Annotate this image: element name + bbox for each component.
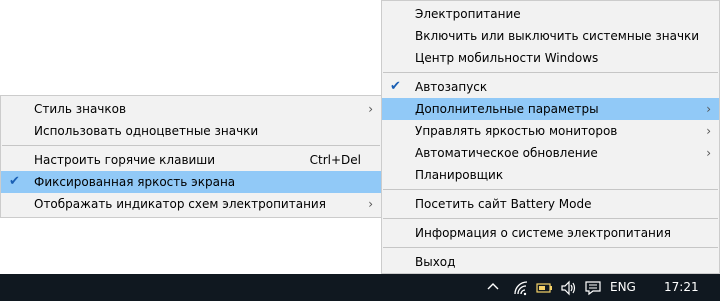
chevron-right-icon: › xyxy=(368,102,373,116)
notification-icon[interactable] xyxy=(584,274,602,301)
submenu-item-monochrome-icons[interactable]: Использовать одноцветные значки xyxy=(1,120,381,142)
menu-item-visit-site[interactable]: Посетить сайт Battery Mode xyxy=(382,193,719,215)
submenu-item-icon-style[interactable]: Стиль значков › xyxy=(1,98,381,120)
check-icon: ✔ xyxy=(390,79,401,94)
main-context-menu: Электропитание Включить или выключить си… xyxy=(381,0,720,274)
advanced-settings-submenu: Стиль значков › Использовать одноцветные… xyxy=(0,95,382,218)
taskbar: ENG 17:21 xyxy=(0,274,720,301)
clock[interactable]: 17:21 xyxy=(664,274,699,301)
menu-separator xyxy=(2,145,380,146)
menu-item-power-options[interactable]: Электропитание xyxy=(382,3,719,25)
language-indicator[interactable]: ENG xyxy=(610,274,636,301)
menu-item-mobility-center[interactable]: Центр мобильности Windows xyxy=(382,47,719,69)
menu-separator xyxy=(383,189,718,190)
submenu-item-fixed-brightness[interactable]: ✔ Фиксированная яркость экрана xyxy=(1,171,381,193)
chevron-up-icon[interactable] xyxy=(486,274,500,301)
battery-icon[interactable] xyxy=(536,274,554,301)
menu-item-autostart[interactable]: ✔ Автозапуск xyxy=(382,76,719,98)
shortcut-label: Ctrl+Del xyxy=(309,153,361,167)
menu-item-auto-update[interactable]: Автоматическое обновление › xyxy=(382,142,719,164)
menu-separator xyxy=(383,72,718,73)
chevron-right-icon: › xyxy=(706,146,711,160)
menu-item-power-info[interactable]: Информация о системе электропитания xyxy=(382,222,719,244)
menu-item-system-icons[interactable]: Включить или выключить системные значки xyxy=(382,25,719,47)
menu-separator xyxy=(383,247,718,248)
check-icon: ✔ xyxy=(9,174,20,189)
menu-item-advanced-settings[interactable]: Дополнительные параметры › xyxy=(382,98,719,120)
chevron-right-icon: › xyxy=(368,197,373,211)
wifi-icon[interactable] xyxy=(512,274,530,301)
volume-icon[interactable] xyxy=(560,274,578,301)
menu-item-scheduler[interactable]: Планировщик xyxy=(382,164,719,186)
chevron-right-icon: › xyxy=(706,102,711,116)
chevron-right-icon: › xyxy=(706,124,711,138)
menu-item-exit[interactable]: Выход xyxy=(382,251,719,273)
menu-separator xyxy=(383,218,718,219)
menu-item-monitor-brightness[interactable]: Управлять яркостью мониторов › xyxy=(382,120,719,142)
submenu-item-scheme-indicator[interactable]: Отображать индикатор схем электропитания… xyxy=(1,193,381,215)
submenu-item-hotkeys[interactable]: Настроить горячие клавиши Ctrl+Del xyxy=(1,149,381,171)
